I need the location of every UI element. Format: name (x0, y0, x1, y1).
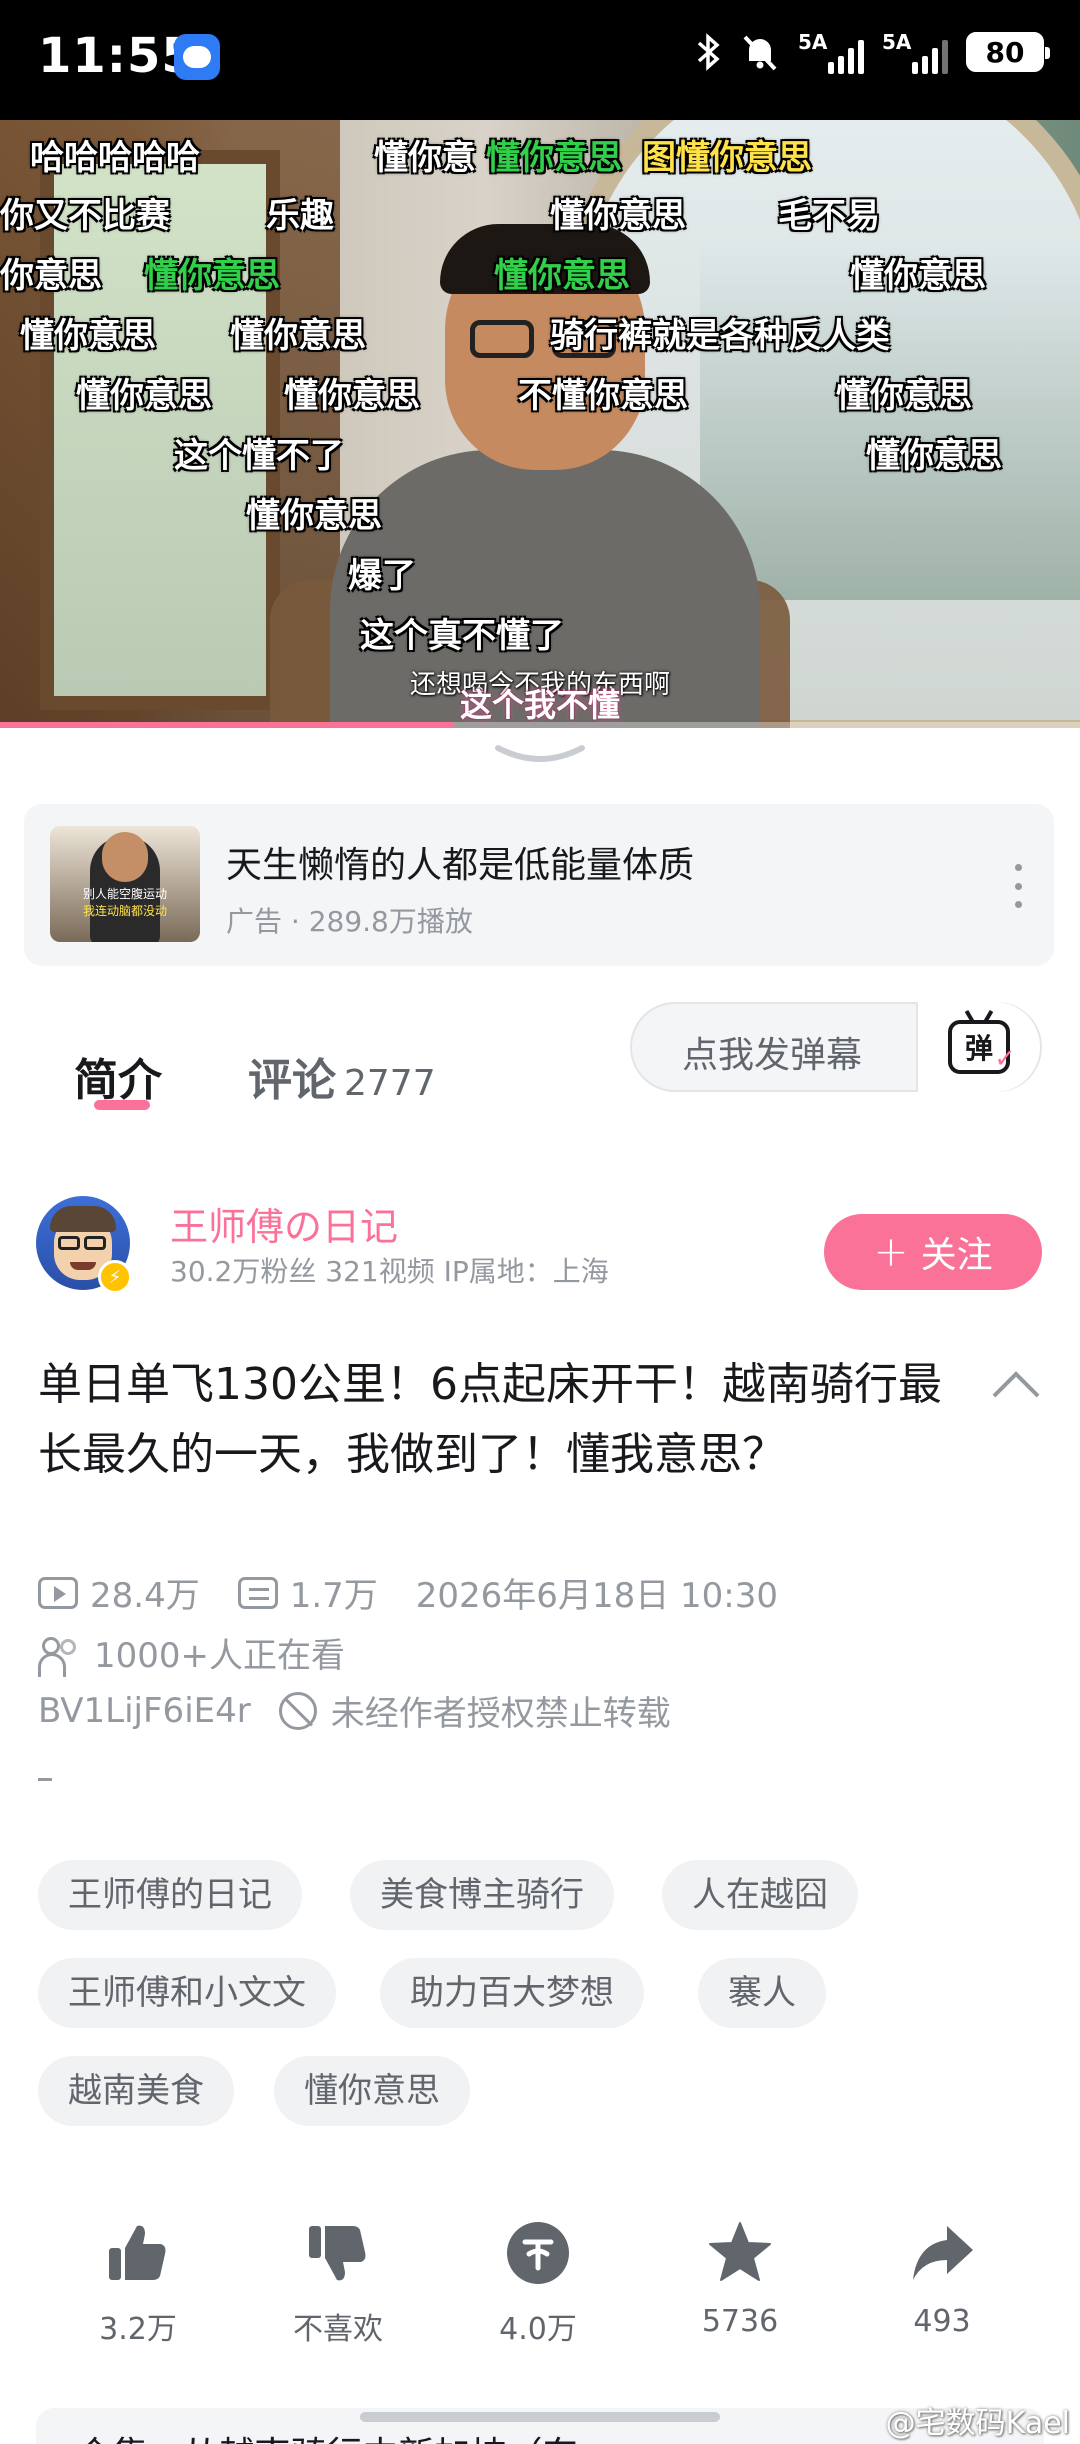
video-title: 单日单飞130公里！6点起床开干！越南骑行最长最久的一天，我做到了！懂我意思？ (38, 1359, 942, 1480)
danmaku-count: 1.7万 (289, 1576, 378, 1616)
bvid[interactable]: BV1LijF6iE4r (38, 1691, 251, 1731)
signal-icon: 5A (798, 30, 864, 74)
copyright-notice: 未经作者授权禁止转载 (330, 1694, 671, 1734)
danmaku-placeholder: 点我发弹幕 (682, 1035, 863, 1076)
danmaku-item: 懂你意思 (836, 376, 972, 416)
tab-intro[interactable]: 简介 (74, 1044, 162, 1108)
video-stats: 28.4万 1.7万 2026年6月18日 10:30 (38, 1568, 778, 1617)
danmaku-item: 懂你意思 (486, 138, 622, 178)
coin-button[interactable]: 4.0万 (458, 2218, 618, 2348)
danmaku-item: 图懂你意思 (642, 138, 812, 178)
plus-icon: + (873, 1227, 909, 1276)
danmaku-item: 懂你意思 (76, 376, 212, 416)
like-button[interactable]: 3.2万 (58, 2218, 218, 2348)
danmaku-item: 骑行裤就是各种反人类 (550, 316, 890, 356)
battery-icon: 80 (966, 32, 1050, 72)
play-count-icon (38, 1576, 78, 1609)
collection-title: 合集 · 从越南骑行中新加坡（东 (76, 2426, 578, 2444)
star-icon (705, 2218, 775, 2288)
danmaku-item: 懂你意思 (850, 256, 986, 296)
danmaku-item: 爆了 (348, 556, 416, 596)
danmaku-toggle-button[interactable]: 弹 ✓ (916, 1002, 1040, 1092)
signal-icon: 5A (882, 30, 948, 74)
bvid-row: BV1LijF6iE4r 未经作者授权禁止转载 (38, 1686, 671, 1735)
video-subtitle-highlight: 这个我不懂 (459, 686, 620, 724)
danmaku-item: 懂你意思 (550, 196, 686, 236)
comments-count: 2777 (344, 1063, 436, 1104)
status-time: 11:55 (38, 28, 196, 84)
tag-chip[interactable]: 懂你意思 (274, 2056, 470, 2126)
ad-card[interactable]: 别人能空腹运动 我连动脑都没动 天生懒惰的人都是低能量体质 广告 · 289.8万… (24, 804, 1054, 966)
description (38, 1778, 52, 1781)
watching-now: 1000+人正在看 (38, 1628, 345, 1677)
mute-icon (743, 35, 777, 71)
tab-active-indicator (94, 1100, 150, 1110)
tag-chip[interactable]: 人在越囧 (662, 1860, 858, 1930)
danmaku-item: 懂你意 (374, 138, 476, 178)
ad-title: 天生懒惰的人都是低能量体质 (226, 845, 695, 886)
follow-button[interactable]: + 关注 (824, 1214, 1042, 1290)
danmaku-item: 哈哈哈哈哈 (30, 138, 200, 178)
danmaku-count-icon (237, 1576, 278, 1609)
publish-date: 2026年6月18日 10:30 (415, 1576, 778, 1616)
danmaku-item: 不懂你意思 (518, 376, 688, 416)
danmaku-item: 懂你意思 (284, 376, 420, 416)
danmaku-item: 乐趣 (266, 196, 334, 236)
detail-sheet: 别人能空腹运动 我连动脑都没动 天生懒惰的人都是低能量体质 广告 · 289.8万… (0, 728, 1080, 2444)
tag-chip[interactable]: 褰人 (698, 1958, 826, 2028)
ad-meta: 广告 · 289.8万播放 (226, 905, 473, 938)
danmaku-item: 懂你意思 (246, 496, 382, 536)
danmaku-item: 懂你意思 (20, 316, 156, 356)
danmaku-item: 这个懂不了 (174, 436, 344, 476)
chevron-up-icon[interactable] (990, 1364, 1042, 1404)
ad-thumbnail: 别人能空腹运动 我连动脑都没动 (50, 826, 200, 942)
uploader-meta: 30.2万粉丝 321视频 IP属地：上海 (170, 1255, 609, 1288)
tag-chip[interactable]: 王师傅和小文文 (38, 1958, 336, 2028)
danmaku-item: 懂你意思 (494, 256, 630, 296)
share-icon (907, 2218, 977, 2288)
more-icon[interactable] (1008, 864, 1028, 908)
status-bar: 11:55 5A 5A 80 (0, 0, 1080, 120)
danmaku-item: 懂你意思 (230, 316, 366, 356)
uploader-name[interactable]: 王师傅の日记 (170, 1196, 398, 1251)
video-player[interactable]: 哈哈哈哈哈 懂你意 懂你意思 图懂你意思 你又不比赛 乐趣 懂你意思 毛不易 你… (0, 120, 1080, 728)
action-bar: 3.2万 不喜欢 4.0万 5736 493 (0, 2218, 1080, 2368)
danmaku-item: 这个真不懂了 (360, 616, 564, 656)
favorite-button[interactable]: 5736 (660, 2218, 820, 2339)
people-icon (38, 1635, 82, 1677)
tab-comments[interactable]: 评论 2777 (248, 1044, 436, 1108)
message-icon (174, 34, 220, 80)
lightning-badge-icon: ⚡ (98, 1260, 132, 1294)
status-icons: 5A 5A 80 (696, 30, 1050, 74)
play-count: 28.4万 (90, 1576, 200, 1616)
coin-icon (503, 2218, 573, 2288)
danmaku-input[interactable]: 点我发弹幕 弹 ✓ (630, 1002, 1042, 1092)
bluetooth-icon (697, 33, 720, 71)
tag-chip[interactable]: 越南美食 (38, 2056, 234, 2126)
tag-chip[interactable]: 王师傅的日记 (38, 1860, 302, 1930)
watermark: @宅数码Kael (885, 2406, 1070, 2441)
home-indicator[interactable] (360, 2412, 720, 2422)
thumbs-up-icon (103, 2218, 173, 2288)
danmaku-item: 懂你意思 (866, 436, 1002, 476)
uploader-row: ⚡ 王师傅の日记 30.2万粉丝 321视频 IP属地：上海 + 关注 (0, 1168, 1080, 1308)
danmaku-item: 你又不比赛 (0, 196, 170, 236)
danmaku-item: 懂你意思 (144, 256, 280, 296)
no-repost-icon (278, 1691, 317, 1730)
tag-chip[interactable]: 美食博主骑行 (350, 1860, 614, 1930)
thumbs-down-icon (303, 2218, 373, 2288)
danmaku-item: 毛不易 (778, 196, 880, 236)
danmaku-item: 你意思 (0, 256, 102, 296)
share-button[interactable]: 493 (862, 2218, 1022, 2339)
dislike-button[interactable]: 不喜欢 (258, 2218, 418, 2348)
tag-chip[interactable]: 助力百大梦想 (380, 1958, 644, 2028)
collapse-handle-icon[interactable] (490, 742, 590, 768)
